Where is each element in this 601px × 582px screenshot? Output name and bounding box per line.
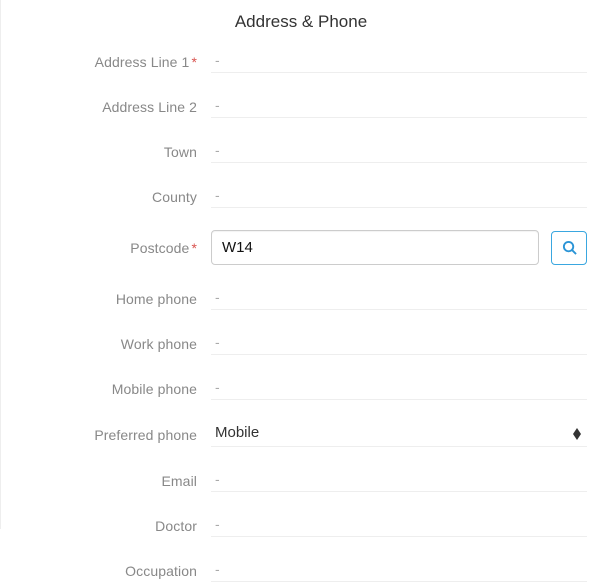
field-occupation[interactable]: - — [211, 559, 587, 582]
value-mobile-phone: - — [211, 377, 587, 400]
label-address1-text: Address Line 1 — [95, 54, 190, 70]
row-occupation: Occupation - — [1, 559, 601, 582]
row-home-phone: Home phone - — [1, 287, 601, 310]
label-work-phone: Work phone — [1, 336, 211, 352]
postcode-input[interactable] — [211, 230, 539, 265]
field-town[interactable]: - — [211, 140, 587, 163]
field-email[interactable]: - — [211, 469, 587, 492]
label-town: Town — [1, 144, 211, 160]
value-preferred-phone: Mobile — [215, 424, 259, 441]
row-mobile-phone: Mobile phone - — [1, 377, 601, 400]
chevron-updown-icon — [573, 428, 581, 440]
row-address1: Address Line 1* - — [1, 50, 601, 73]
row-email: Email - — [1, 469, 601, 492]
value-home-phone: - — [211, 287, 587, 310]
label-county: County — [1, 189, 211, 205]
label-home-phone: Home phone — [1, 291, 211, 307]
value-occupation: - — [211, 559, 587, 582]
label-preferred-phone: Preferred phone — [1, 427, 211, 443]
value-work-phone: - — [211, 332, 587, 355]
field-mobile-phone[interactable]: - — [211, 377, 587, 400]
row-address2: Address Line 2 - — [1, 95, 601, 118]
required-marker: * — [191, 240, 197, 256]
field-address1[interactable]: - — [211, 50, 587, 73]
value-town: - — [211, 140, 587, 163]
value-email: - — [211, 469, 587, 492]
label-address2: Address Line 2 — [1, 99, 211, 115]
field-doctor[interactable]: - — [211, 514, 587, 537]
label-postcode-text: Postcode — [130, 240, 189, 256]
section-title: Address & Phone — [1, 0, 601, 50]
row-work-phone: Work phone - — [1, 332, 601, 355]
field-home-phone[interactable]: - — [211, 287, 587, 310]
row-preferred-phone: Preferred phone Mobile — [1, 422, 601, 447]
field-county[interactable]: - — [211, 185, 587, 208]
label-email: Email — [1, 473, 211, 489]
row-doctor: Doctor - — [1, 514, 601, 537]
label-occupation: Occupation — [1, 563, 211, 579]
label-mobile-phone: Mobile phone — [1, 381, 211, 397]
postcode-search-button[interactable] — [551, 231, 587, 265]
value-address2: - — [211, 95, 587, 118]
label-doctor: Doctor — [1, 518, 211, 534]
value-county: - — [211, 185, 587, 208]
label-postcode: Postcode* — [1, 240, 211, 256]
row-county: County - — [1, 185, 601, 208]
row-postcode: Postcode* — [1, 230, 601, 265]
search-icon — [562, 240, 577, 255]
value-doctor: - — [211, 514, 587, 537]
field-address2[interactable]: - — [211, 95, 587, 118]
required-marker: * — [191, 54, 197, 70]
field-work-phone[interactable]: - — [211, 332, 587, 355]
field-preferred-phone[interactable]: Mobile — [211, 422, 587, 447]
field-postcode — [211, 230, 587, 265]
label-address1: Address Line 1* — [1, 54, 211, 70]
value-address1: - — [211, 50, 587, 73]
row-town: Town - — [1, 140, 601, 163]
